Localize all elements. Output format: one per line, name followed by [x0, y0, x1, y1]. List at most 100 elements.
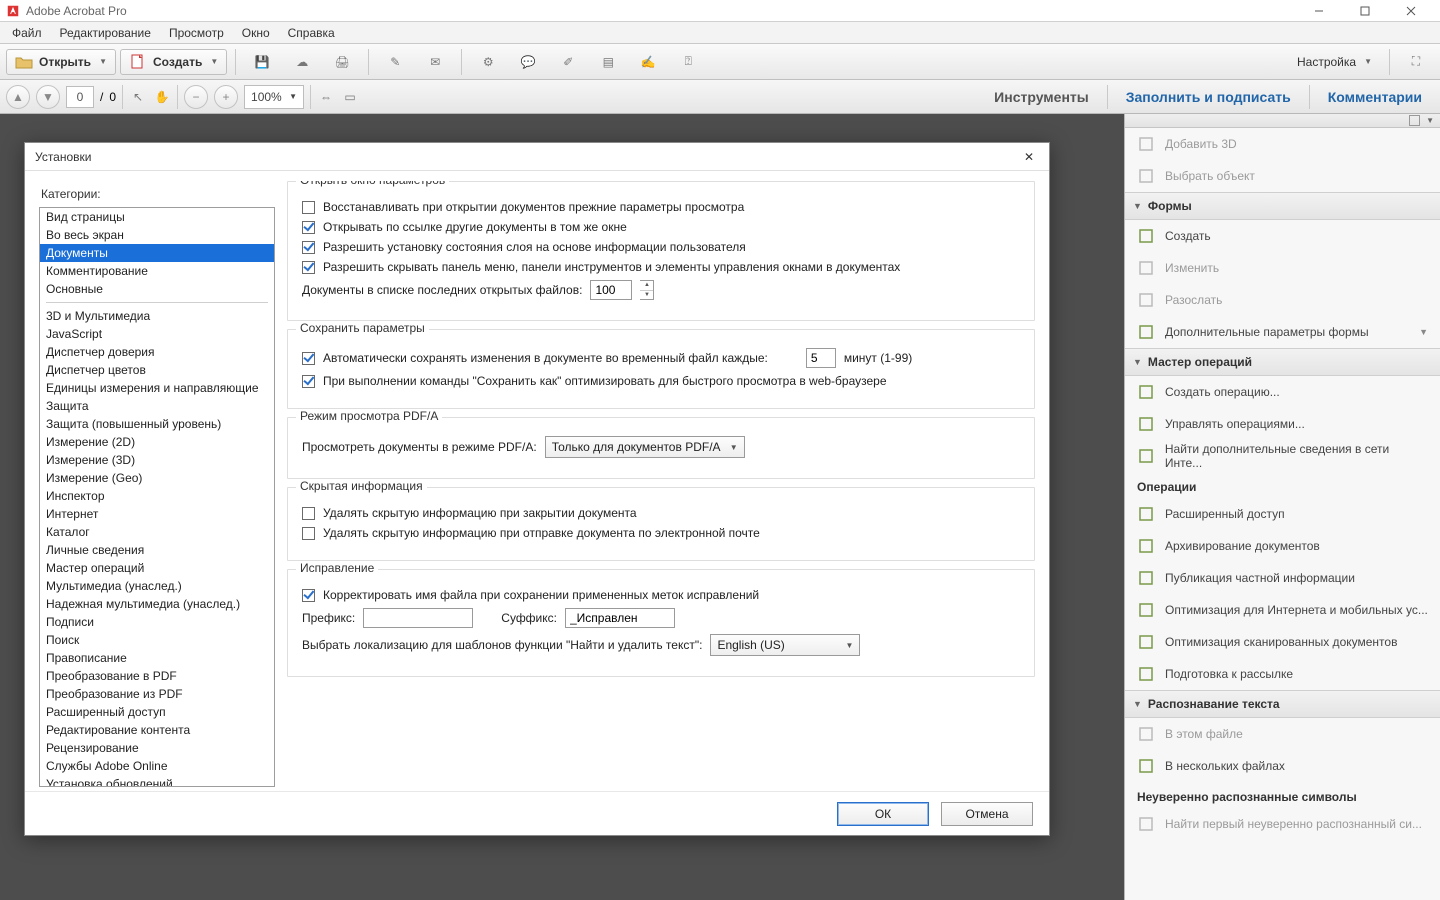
panel-item[interactable]: Найти дополнительные сведения в сети Инт…	[1125, 440, 1440, 472]
forms-section-header[interactable]: ▼Формы	[1125, 192, 1440, 220]
category-item[interactable]: Подписи	[40, 613, 274, 631]
category-item[interactable]: Личные сведения	[40, 541, 274, 559]
page-down-button[interactable]: ▼	[36, 85, 60, 109]
sign-icon-button[interactable]: ✍	[630, 49, 666, 75]
wizard-section-header[interactable]: ▼Мастер операций	[1125, 348, 1440, 376]
chevron-down-icon[interactable]: ▼	[1426, 116, 1434, 125]
category-item[interactable]: 3D и Мультимедиа	[40, 307, 274, 325]
category-item[interactable]: Защита	[40, 397, 274, 415]
category-item[interactable]: Измерение (Geo)	[40, 469, 274, 487]
category-item[interactable]: Во весь экран	[40, 226, 274, 244]
panel-menu-icon[interactable]	[1409, 115, 1420, 126]
category-item[interactable]: Каталог	[40, 523, 274, 541]
form-icon-button[interactable]: ▤	[590, 49, 626, 75]
prefix-input[interactable]	[363, 608, 473, 628]
panel-item[interactable]: Расширенный доступ	[1125, 498, 1440, 530]
select-tool-icon[interactable]: ↖	[129, 88, 147, 106]
category-item[interactable]: Инспектор	[40, 487, 274, 505]
category-item[interactable]: Измерение (2D)	[40, 433, 274, 451]
category-item[interactable]: Расширенный доступ	[40, 703, 274, 721]
fit-width-icon[interactable]: ⇔	[317, 88, 335, 106]
panel-item[interactable]: Дополнительные параметры формы▼	[1125, 316, 1440, 348]
category-item[interactable]: Основные	[40, 280, 274, 298]
suffix-input[interactable]	[565, 608, 675, 628]
panel-item[interactable]: Оптимизация для Интернета и мобильных ус…	[1125, 594, 1440, 626]
recent-docs-input[interactable]	[590, 280, 632, 300]
print-icon-button[interactable]: 🖨	[324, 49, 360, 75]
category-item[interactable]: Измерение (3D)	[40, 451, 274, 469]
open-button[interactable]: Открыть▼	[6, 49, 116, 75]
category-item[interactable]: Мультимедиа (унаслед.)	[40, 577, 274, 595]
category-item[interactable]: Диспетчер доверия	[40, 343, 274, 361]
menu-view[interactable]: Просмотр	[161, 24, 232, 42]
category-item[interactable]: Вид страницы	[40, 208, 274, 226]
chk-remove-on-email[interactable]: Удалять скрытую информацию при отправке …	[302, 526, 1020, 540]
menu-file[interactable]: Файл	[4, 24, 50, 42]
panel-item[interactable]: Создать	[1125, 220, 1440, 252]
edit-icon-button[interactable]: ✎	[377, 49, 413, 75]
category-item[interactable]: Единицы измерения и направляющие	[40, 379, 274, 397]
category-item[interactable]: Защита (повышенный уровень)	[40, 415, 274, 433]
stamp-icon-button[interactable]: ⍰	[670, 49, 706, 75]
window-maximize-button[interactable]	[1342, 0, 1388, 22]
category-item[interactable]: Надежная мультимедиа (унаслед.)	[40, 595, 274, 613]
comments-tab[interactable]: Комментарии	[1316, 80, 1434, 114]
panel-item[interactable]: Публикация частной информации	[1125, 562, 1440, 594]
zoom-out-button[interactable]: −	[184, 85, 208, 109]
window-minimize-button[interactable]	[1296, 0, 1342, 22]
category-item[interactable]: Установка обновлений	[40, 775, 274, 787]
ok-button[interactable]: ОК	[837, 802, 929, 826]
menu-window[interactable]: Окно	[234, 24, 278, 42]
chk-optimize-web[interactable]: При выполнении команды "Сохранить как" о…	[302, 374, 1020, 388]
panel-item[interactable]: Архивирование документов	[1125, 530, 1440, 562]
fullscreen-icon-button[interactable]: ⛶	[1398, 49, 1434, 75]
category-item[interactable]: Интернет	[40, 505, 274, 523]
category-item[interactable]: Поиск	[40, 631, 274, 649]
category-item[interactable]: Преобразование в PDF	[40, 667, 274, 685]
fill-sign-tab[interactable]: Заполнить и подписать	[1114, 80, 1303, 114]
annotate-icon-button[interactable]: ✐	[550, 49, 586, 75]
category-item[interactable]: Преобразование из PDF	[40, 685, 274, 703]
category-item[interactable]: Документы	[40, 244, 274, 262]
category-item[interactable]: Диспетчер цветов	[40, 361, 274, 379]
categories-list[interactable]: Вид страницыВо весь экранДокументыКоммен…	[39, 207, 275, 787]
ocr-section-header[interactable]: ▼Распознавание текста	[1125, 690, 1440, 718]
dialog-close-button[interactable]: ✕	[1019, 147, 1039, 167]
chk-layer-state[interactable]: Разрешить установку состояния слоя на ос…	[302, 240, 1020, 254]
page-current-input[interactable]: 0	[66, 86, 94, 108]
category-item[interactable]: Мастер операций	[40, 559, 274, 577]
menu-edit[interactable]: Редактирование	[52, 24, 159, 42]
chk-hide-menubar[interactable]: Разрешить скрывать панель меню, панели и…	[302, 260, 1020, 274]
hand-tool-icon[interactable]: ✋	[153, 88, 171, 106]
chk-remove-on-close[interactable]: Удалять скрытую информацию при закрытии …	[302, 506, 1020, 520]
gear-icon-button[interactable]: ⚙	[470, 49, 506, 75]
panel-item[interactable]: Управлять операциями...	[1125, 408, 1440, 440]
panel-item[interactable]: Создать операцию...	[1125, 376, 1440, 408]
chk-restore-view[interactable]: Восстанавливать при открытии документов …	[302, 200, 1020, 214]
window-close-button[interactable]	[1388, 0, 1434, 22]
chk-open-same-window[interactable]: Открывать по ссылке другие документы в т…	[302, 220, 1020, 234]
category-item[interactable]: Редактирование контента	[40, 721, 274, 739]
category-item[interactable]: Рецензирование	[40, 739, 274, 757]
recent-docs-spinner[interactable]: ▲▼	[640, 280, 654, 300]
pdfa-mode-select[interactable]: Только для документов PDF/A▼	[545, 436, 745, 458]
customize-button[interactable]: Настройка▼	[1288, 49, 1381, 75]
cancel-button[interactable]: Отмена	[941, 802, 1033, 826]
zoom-select[interactable]: 100%▼	[244, 85, 304, 109]
category-item[interactable]: Комментирование	[40, 262, 274, 280]
panel-item[interactable]: Оптимизация сканированных документов	[1125, 626, 1440, 658]
menu-help[interactable]: Справка	[280, 24, 343, 42]
autosave-minutes-input[interactable]	[806, 348, 836, 368]
mail-icon-button[interactable]: ✉	[417, 49, 453, 75]
create-button[interactable]: Создать▼	[120, 49, 227, 75]
zoom-in-button[interactable]: +	[214, 85, 238, 109]
chk-adjust-filename[interactable]: Корректировать имя файла при сохранении …	[302, 588, 1020, 602]
panel-item[interactable]: Подготовка к рассылке	[1125, 658, 1440, 690]
panel-item[interactable]: В нескольких файлах	[1125, 750, 1440, 782]
page-up-button[interactable]: ▲	[6, 85, 30, 109]
cloud-icon-button[interactable]: ☁	[284, 49, 320, 75]
locale-select[interactable]: English (US)▼	[710, 634, 860, 656]
chk-autosave[interactable]: Автоматически сохранять изменения в доку…	[302, 351, 768, 365]
category-item[interactable]: JavaScript	[40, 325, 274, 343]
tools-tab[interactable]: Инструменты	[982, 80, 1101, 114]
